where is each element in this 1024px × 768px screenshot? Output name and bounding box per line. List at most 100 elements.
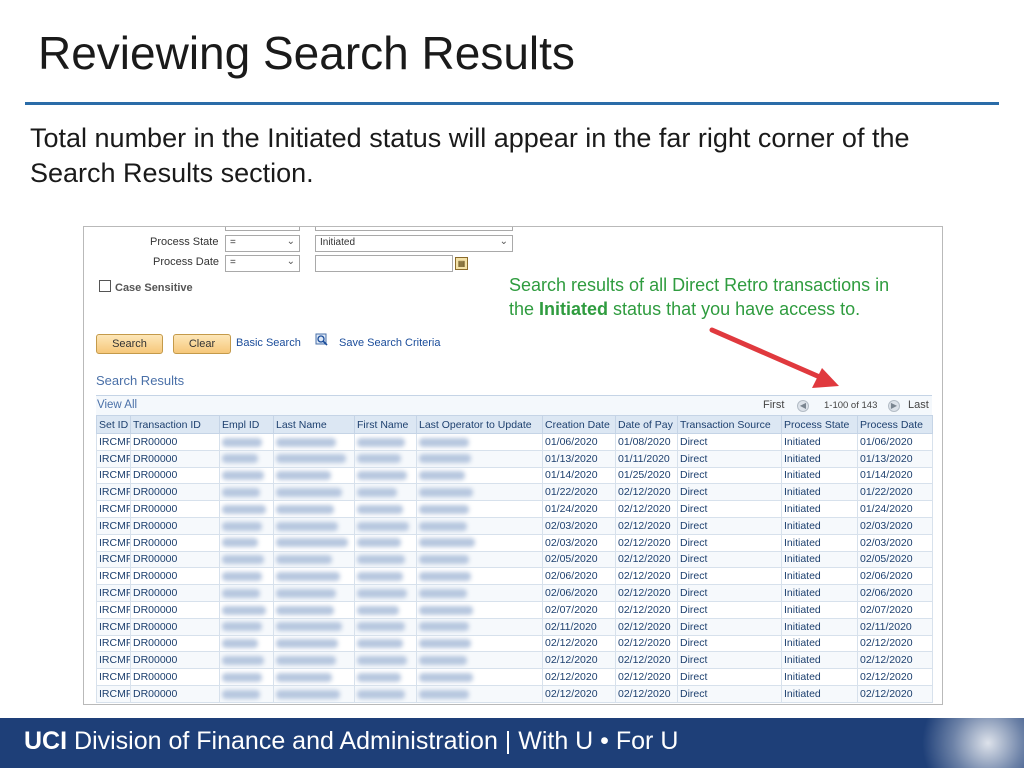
redacted-cell — [219, 684, 274, 703]
redaction-blur — [276, 521, 338, 531]
process-date-operator-select[interactable]: = ⌄ — [225, 255, 300, 272]
previous-page-icon[interactable]: ◀ — [797, 400, 809, 412]
redaction-blur — [419, 454, 471, 464]
table-row[interactable]: IRCMP DR00000 02/03/2020 02/12/2020 Direct In… — [96, 533, 933, 552]
footer-text: UCI Division of Finance and Administrati… — [24, 727, 678, 756]
basic-search-link[interactable]: Basic Search — [236, 337, 301, 349]
redaction-blur — [357, 639, 403, 649]
table-cell: DR00000 — [130, 466, 220, 485]
redacted-cell — [219, 516, 274, 535]
table-row[interactable]: IRCMP DR00000 02/12/2020 02/12/2020 Direct In… — [96, 634, 933, 653]
annotation-callout: Search results of all Direct Retro trans… — [509, 273, 919, 321]
search-button[interactable]: Search — [96, 334, 163, 354]
table-cell: 01/22/2020 — [542, 483, 616, 502]
table-cell: DR00000 — [130, 550, 220, 569]
table-cell: 02/12/2020 — [615, 634, 678, 653]
column-header[interactable]: Empl ID — [219, 415, 274, 434]
column-header[interactable]: Set ID — [96, 415, 131, 434]
save-search-icon[interactable] — [315, 332, 329, 346]
table-cell: Direct — [677, 533, 782, 552]
table-row[interactable]: IRCMP DR00000 02/12/2020 02/12/2020 Direct In… — [96, 651, 933, 670]
redaction-blur — [419, 689, 469, 699]
column-header[interactable]: Process State — [781, 415, 858, 434]
clear-button[interactable]: Clear — [173, 334, 231, 354]
table-cell: Initiated — [781, 567, 858, 586]
table-row[interactable]: IRCMP DR00000 01/06/2020 01/08/2020 Direct In… — [96, 433, 933, 451]
redaction-blur — [357, 471, 407, 481]
table-header-row: Set ID Transaction ID Empl ID Last Name Firs… — [96, 415, 933, 434]
redacted-cell — [416, 533, 543, 552]
redaction-blur — [357, 605, 399, 615]
process-state-value-select[interactable]: Initiated ⌄ — [315, 235, 513, 252]
redacted-cell — [273, 449, 355, 468]
table-cell: Direct — [677, 433, 782, 451]
table-row[interactable]: IRCMP DR00000 02/11/2020 02/12/2020 Direct In… — [96, 617, 933, 636]
table-row[interactable]: IRCMP DR00000 02/05/2020 02/12/2020 Direct In… — [96, 550, 933, 569]
redaction-blur — [419, 672, 473, 682]
save-search-criteria-link[interactable]: Save Search Criteria — [339, 337, 441, 349]
table-row[interactable]: IRCMP DR00000 02/07/2020 02/12/2020 Direct In… — [96, 600, 933, 619]
redaction-blur — [222, 504, 266, 514]
redaction-blur — [276, 538, 348, 548]
column-header[interactable]: Date of Pay — [615, 415, 678, 434]
column-header[interactable]: Creation Date — [542, 415, 616, 434]
redaction-blur — [419, 605, 473, 615]
table-cell: 01/22/2020 — [857, 483, 933, 502]
redacted-cell — [273, 617, 355, 636]
table-row[interactable]: IRCMP DR00000 02/03/2020 02/12/2020 Direct In… — [96, 516, 933, 535]
column-header[interactable]: Process Date — [857, 415, 933, 434]
redacted-cell — [273, 684, 355, 703]
next-page-icon[interactable]: ▶ — [888, 400, 900, 412]
table-cell: IRCMP — [96, 617, 131, 636]
redaction-blur — [276, 488, 342, 497]
table-cell: Direct — [677, 567, 782, 586]
column-header[interactable]: Transaction Source — [677, 415, 782, 434]
table-cell: 02/12/2020 — [542, 668, 616, 686]
table-row[interactable]: IRCMP DR00000 01/13/2020 01/11/2020 Direct In… — [96, 449, 933, 468]
first-page-link[interactable]: First — [763, 399, 784, 411]
table-cell: 01/24/2020 — [542, 500, 616, 518]
redacted-cell — [416, 466, 543, 485]
redaction-blur — [357, 571, 403, 581]
redaction-blur — [357, 672, 401, 682]
redaction-blur — [419, 471, 465, 481]
table-cell: Initiated — [781, 516, 858, 535]
process-state-operator-select[interactable]: = ⌄ — [225, 235, 300, 252]
table-row[interactable]: IRCMP DR00000 02/06/2020 02/12/2020 Direct In… — [96, 567, 933, 586]
table-cell: 02/12/2020 — [857, 651, 933, 670]
table-cell: 02/12/2020 — [615, 500, 678, 518]
redaction-blur — [419, 655, 467, 665]
table-row[interactable]: IRCMP DR00000 01/22/2020 02/12/2020 Direct In… — [96, 483, 933, 502]
column-header[interactable]: Transaction ID — [130, 415, 220, 434]
column-header[interactable]: First Name — [354, 415, 417, 434]
table-cell: DR00000 — [130, 600, 220, 619]
redacted-cell — [219, 500, 274, 518]
table-cell: DR00000 — [130, 651, 220, 670]
table-row[interactable]: IRCMP DR00000 02/12/2020 02/12/2020 Direct In… — [96, 684, 933, 703]
calendar-icon[interactable]: ▦ — [455, 257, 468, 270]
process-date-input[interactable] — [315, 255, 453, 272]
process-state-operator-value: = — [230, 237, 236, 248]
last-page-link[interactable]: Last — [908, 399, 929, 411]
column-header[interactable]: Last Operator to Update — [416, 415, 543, 434]
redacted-cell — [273, 567, 355, 586]
peoplesoft-screenshot: Process State = ⌄ Initiated ⌄ Process Da… — [83, 226, 943, 705]
table-cell: 01/14/2020 — [857, 466, 933, 485]
table-row[interactable]: IRCMP DR00000 01/14/2020 01/25/2020 Direct In… — [96, 466, 933, 485]
redaction-blur — [419, 488, 473, 497]
table-row[interactable]: IRCMP DR00000 01/24/2020 02/12/2020 Direct In… — [96, 500, 933, 518]
column-header[interactable]: Last Name — [273, 415, 355, 434]
table-cell: 02/12/2020 — [615, 550, 678, 569]
redaction-blur — [357, 488, 397, 497]
table-cell: IRCMP — [96, 516, 131, 535]
case-sensitive-checkbox[interactable] — [99, 280, 111, 292]
redaction-blur — [357, 538, 401, 548]
table-row[interactable]: IRCMP DR00000 02/06/2020 02/12/2020 Direct In… — [96, 584, 933, 602]
table-cell: Initiated — [781, 634, 858, 653]
view-all-link[interactable]: View All — [97, 399, 137, 411]
redaction-blur — [357, 655, 407, 665]
table-cell: 02/07/2020 — [857, 600, 933, 619]
table-row[interactable]: IRCMP DR00000 02/12/2020 02/12/2020 Direct In… — [96, 668, 933, 686]
redacted-cell — [354, 584, 417, 602]
table-cell: Initiated — [781, 550, 858, 569]
